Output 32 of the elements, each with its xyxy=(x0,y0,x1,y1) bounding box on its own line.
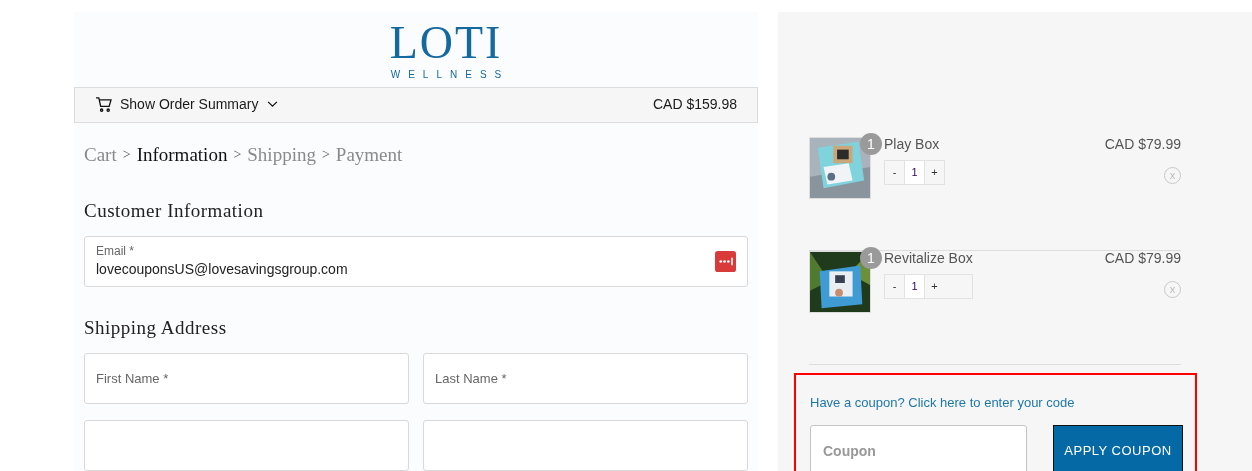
summary-total: CAD $159.98 xyxy=(652,95,737,115)
text-field[interactable]: First Name * xyxy=(84,353,409,404)
quantity-value[interactable]: 1 xyxy=(904,161,925,184)
chevron-down-icon xyxy=(267,101,279,109)
section-heading: Shipping Address xyxy=(84,315,228,340)
text-field[interactable] xyxy=(423,420,748,471)
logo-wordmark: LOTI xyxy=(388,20,503,65)
text-field[interactable] xyxy=(84,420,409,471)
product-price: CAD $79.99 xyxy=(1104,250,1181,266)
quantity-value[interactable]: 1 xyxy=(904,275,925,298)
breadcrumb-separator: > xyxy=(233,146,242,165)
cart-icon xyxy=(95,97,112,113)
order-summary-bar[interactable]: Show Order Summary CAD $159.98 xyxy=(74,86,758,123)
field-label: Email * xyxy=(96,244,135,258)
breadcrumb-step[interactable]: Information xyxy=(136,140,228,169)
text-field[interactable]: Last Name * xyxy=(423,353,748,404)
logo-tagline: WELLNESS xyxy=(389,67,510,82)
product-name: Play Box xyxy=(884,136,941,152)
breadcrumb-separator: > xyxy=(122,146,131,165)
quantity-badge: 1 xyxy=(860,247,882,269)
email-field[interactable]: Email * lovecouponsUS@lovesavingsgroup.com xyxy=(84,235,748,287)
password-manager-icon[interactable] xyxy=(715,250,736,272)
product-price: CAD $79.99 xyxy=(1104,136,1181,152)
summary-label: Show Order Summary xyxy=(120,95,259,115)
section-heading: Customer Information xyxy=(84,199,265,223)
field-value: lovecouponsUS@lovesavingsgroup.com xyxy=(96,260,349,278)
coupon-field[interactable]: Coupon xyxy=(810,424,1027,471)
apply-coupon-button[interactable]: APPLY COUPON xyxy=(1053,424,1183,471)
product-name: Revitalize Box xyxy=(884,250,973,266)
quantity-badge: 1 xyxy=(860,133,882,155)
breadcrumb-separator: > xyxy=(321,146,330,165)
coupon-link[interactable]: Have a coupon? Click here to enter your code xyxy=(810,393,1195,413)
